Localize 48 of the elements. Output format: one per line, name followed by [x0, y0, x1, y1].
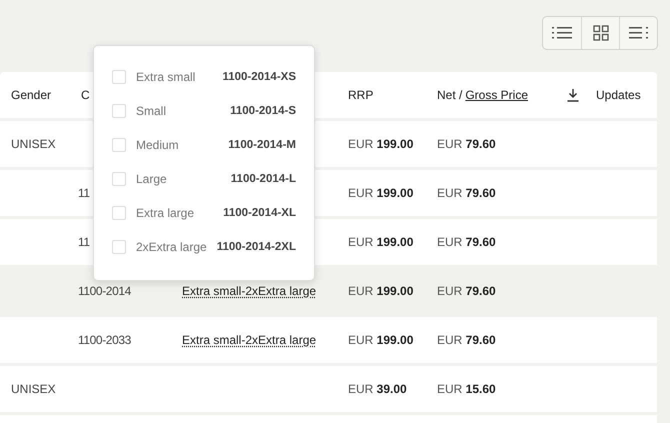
table-cell: 1100-2033: [78, 333, 131, 347]
option-code: 1100-2014-XS: [222, 71, 296, 83]
table-cell: 11: [78, 235, 90, 249]
option-code: 1100-2014-2XL: [216, 241, 296, 253]
option-label: Large: [136, 172, 168, 186]
checkbox[interactable]: [112, 172, 126, 186]
sizes-link[interactable]: Extra small-2xExtra large: [182, 284, 316, 298]
checkbox[interactable]: [112, 70, 126, 84]
option-label: Extra small: [136, 70, 196, 84]
list-icon: [552, 26, 572, 40]
table-cell: 1100-2014: [78, 284, 131, 298]
checkbox[interactable]: [112, 138, 126, 152]
column-header: Gender: [11, 88, 52, 102]
price-text: EUR 199.00: [348, 137, 414, 151]
price-text: EUR 15.60: [437, 382, 496, 396]
option-label: Medium: [136, 138, 180, 152]
grid-icon: [592, 25, 608, 41]
checkbox[interactable]: [112, 240, 126, 254]
table-cell: UNISEX: [11, 382, 56, 396]
price-text: EUR 199.00: [348, 186, 414, 200]
gross-price-link[interactable]: Gross Price: [465, 88, 528, 102]
price-text: EUR 199.00: [348, 284, 414, 298]
column-header: RRP: [348, 88, 374, 102]
option-code: 1100-2014-L: [230, 173, 296, 185]
checkbox[interactable]: [112, 206, 126, 220]
price-text: EUR 199.00: [348, 333, 414, 347]
option-label: 2xExtra large: [136, 240, 208, 254]
sizes-link[interactable]: Extra small-2xExtra large: [182, 333, 316, 347]
price-text: EUR 199.00: [348, 235, 414, 249]
list-icon: [629, 26, 648, 40]
option-code: 1100-2014-XL: [223, 207, 296, 219]
price-text: EUR 79.60: [437, 333, 496, 347]
option-code: 1100-2014-S: [230, 105, 296, 117]
option-code: 1100-2014-M: [228, 139, 296, 151]
option-label: Small: [136, 104, 168, 118]
price-text: EUR 39.00: [348, 382, 407, 396]
column-header: C: [81, 88, 90, 102]
checkbox[interactable]: [112, 104, 126, 118]
table-cell: 11: [78, 186, 90, 200]
price-text: EUR 79.60: [437, 284, 496, 298]
option-label: Extra large: [136, 206, 196, 220]
price-text: EUR 79.60: [437, 235, 496, 249]
price-text: EUR 79.60: [437, 137, 496, 151]
download-icon[interactable]: [567, 88, 579, 102]
column-header: Updates: [596, 88, 641, 102]
table-cell: UNISEX: [11, 137, 56, 151]
column-header: Net /: [437, 88, 462, 102]
price-text: EUR 79.60: [437, 186, 496, 200]
